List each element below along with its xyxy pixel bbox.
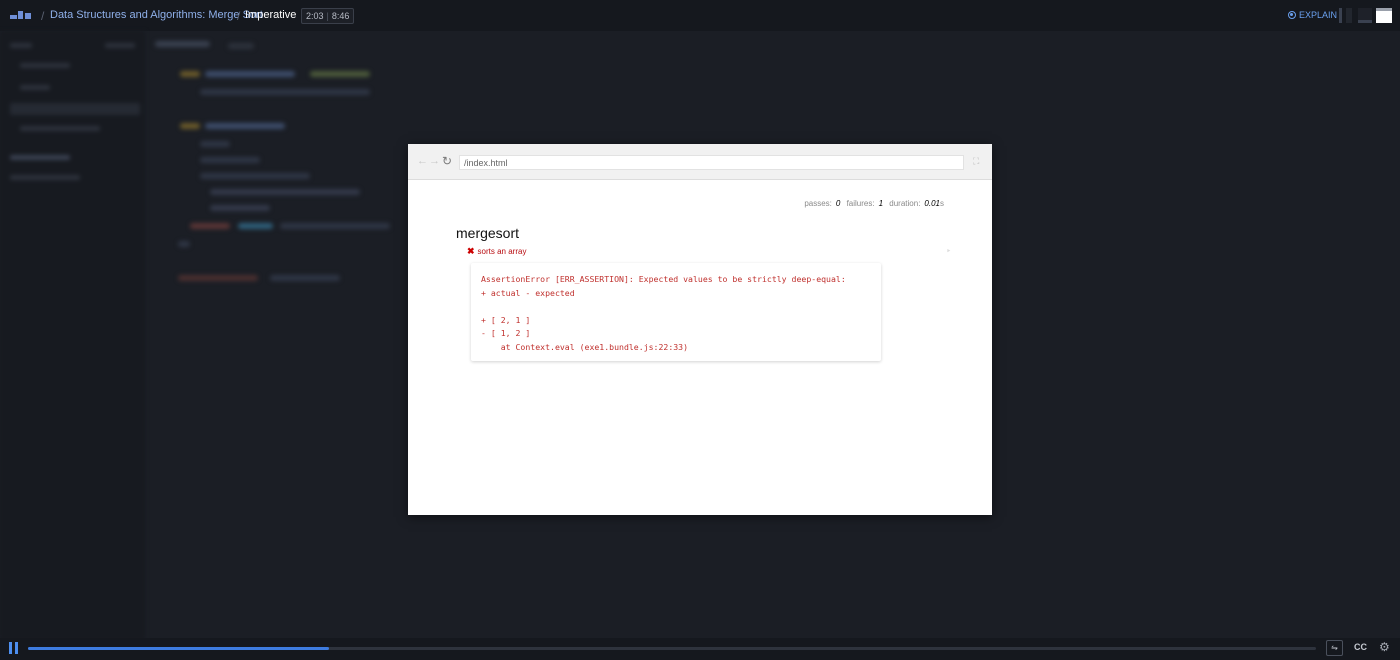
forward-icon[interactable]: →: [429, 155, 440, 167]
explain-icon: [1288, 11, 1296, 19]
layout-sidebar-button[interactable]: [1339, 8, 1342, 23]
back-icon[interactable]: ←: [417, 155, 428, 167]
gear-icon[interactable]: ⚙: [1379, 640, 1390, 654]
passes-count: 0: [835, 199, 841, 208]
test-stats: passes: 0 failures: 1 duration: 0.01s: [804, 199, 944, 208]
pause-icon[interactable]: [9, 642, 19, 654]
error-box: AssertionError [ERR_ASSERTION]: Expected…: [471, 263, 881, 361]
browser-preview: ← → ↻ /index.html ⛶ passes: 0 failures: 1 …: [408, 144, 992, 515]
captions-button[interactable]: CC: [1354, 642, 1367, 652]
test-title: sorts an array: [477, 247, 527, 256]
reload-icon[interactable]: ↻: [442, 154, 452, 168]
duration-value: 0.01: [924, 199, 940, 208]
explain-button[interactable]: EXPLAIN: [1288, 10, 1337, 20]
expand-icon[interactable]: ⛶: [973, 156, 979, 167]
file-sidebar: [0, 31, 145, 640]
failed-test[interactable]: ✖ sorts an array: [467, 246, 526, 257]
layout-editor-button[interactable]: [1358, 8, 1372, 23]
layout-spacer: [1346, 8, 1352, 23]
time-display: 2:03 | 8:46: [301, 8, 355, 24]
breadcrumb-lesson: Imperative: [245, 9, 297, 21]
passes-label: passes:: [804, 199, 832, 208]
breadcrumb-separator: /: [237, 9, 241, 23]
browser-toolbar: ← → ↻ /index.html ⛶: [408, 144, 992, 180]
progress-fill: [28, 647, 330, 650]
fail-icon: ✖: [467, 246, 475, 256]
suite-title[interactable]: mergesort: [456, 225, 519, 241]
logo-icon[interactable]: [10, 11, 32, 21]
speed-button[interactable]: ⇋: [1326, 640, 1343, 656]
failures-count: 1: [878, 199, 884, 208]
explain-label: EXPLAIN: [1299, 10, 1338, 20]
top-bar: / Data Structures and Algorithms: Merge …: [0, 0, 1400, 31]
time-divider-icon: |: [326, 11, 329, 21]
player-controls: ⇋ CC ⚙: [0, 638, 1400, 660]
progress-track[interactable]: [28, 647, 1316, 650]
url-bar[interactable]: /index.html: [459, 155, 964, 170]
duration-label: duration:: [889, 199, 921, 208]
breadcrumb-separator: /: [41, 9, 45, 23]
error-message: AssertionError [ERR_ASSERTION]: Expected…: [481, 274, 846, 352]
breadcrumb-course[interactable]: Data Structures and Algorithms: Merge So…: [50, 9, 263, 21]
current-time: 2:03: [306, 11, 324, 21]
layout-browser-button[interactable]: [1376, 8, 1392, 23]
duration-unit: s: [940, 199, 944, 208]
replay-icon[interactable]: ‣: [946, 246, 951, 257]
total-time: 8:46: [331, 11, 350, 21]
failures-label: failures:: [846, 199, 875, 208]
